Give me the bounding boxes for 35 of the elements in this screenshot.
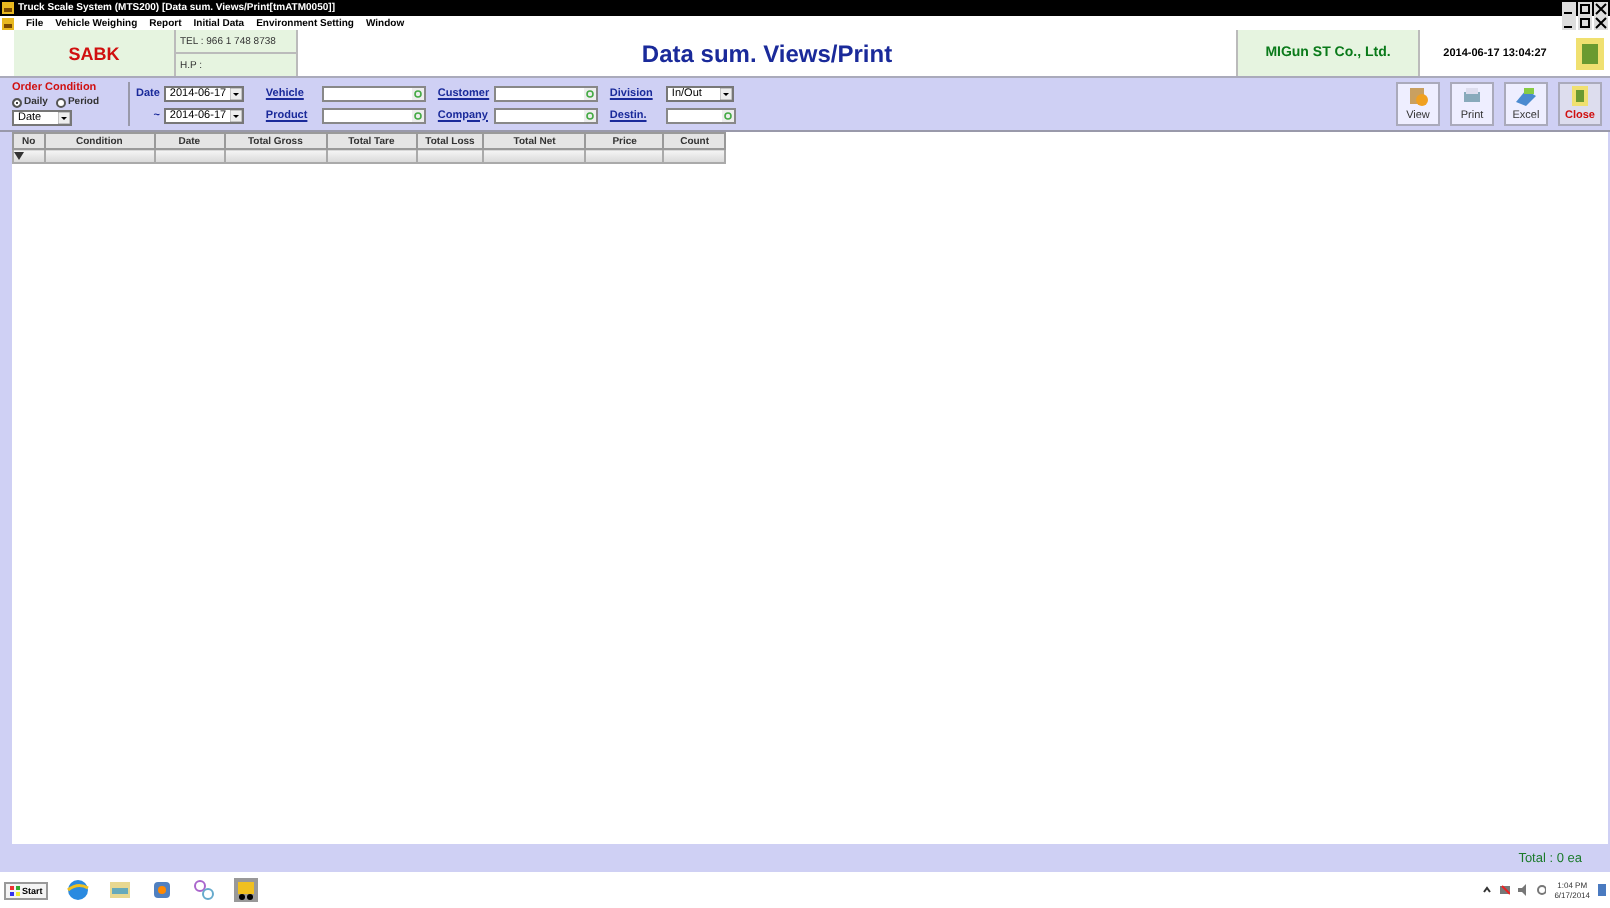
lookup-field[interactable]: [493, 85, 598, 101]
radio-indicator[interactable]: [12, 97, 22, 107]
page-title: Data sum. Views/Print: [639, 39, 895, 67]
excel-icon: [1514, 86, 1538, 106]
network-icon[interactable]: [1500, 884, 1511, 896]
dropdown-arrow-icon[interactable]: [229, 109, 242, 121]
truck-icon[interactable]: [234, 878, 259, 902]
company-logo-text: SABK: [14, 30, 176, 76]
lookup-field[interactable]: [665, 107, 736, 123]
search-icon[interactable]: [721, 109, 734, 121]
lookup-field[interactable]: [321, 85, 426, 101]
dropdown-arrow-icon[interactable]: [58, 112, 70, 124]
dropdown-arrow-icon[interactable]: [229, 87, 242, 99]
row-pointer-icon: [14, 152, 24, 160]
search-icon[interactable]: [411, 109, 424, 121]
close-icon[interactable]: [1594, 16, 1608, 30]
windows-logo-icon: [10, 885, 20, 895]
lookup-field[interactable]: [321, 107, 426, 123]
document-icon: [1576, 37, 1604, 69]
minimize-icon[interactable]: [1562, 1, 1576, 15]
folder-icon[interactable]: [108, 878, 133, 902]
search-icon[interactable]: [583, 109, 596, 121]
search-icon[interactable]: [583, 87, 596, 99]
volume-icon[interactable]: [1518, 884, 1529, 896]
dropdown-arrow-icon[interactable]: [719, 87, 732, 99]
lookup-field[interactable]: [493, 107, 598, 123]
close-icon: [1568, 86, 1592, 106]
view-icon: [1406, 86, 1430, 106]
globe-icon[interactable]: [66, 878, 91, 902]
search-icon[interactable]: [411, 87, 424, 99]
print-icon: [1460, 86, 1484, 106]
close-icon[interactable]: [1594, 1, 1608, 15]
radio-indicator[interactable]: [55, 97, 66, 107]
media-player-icon[interactable]: [150, 878, 175, 902]
minimize-icon[interactable]: [1562, 16, 1576, 30]
